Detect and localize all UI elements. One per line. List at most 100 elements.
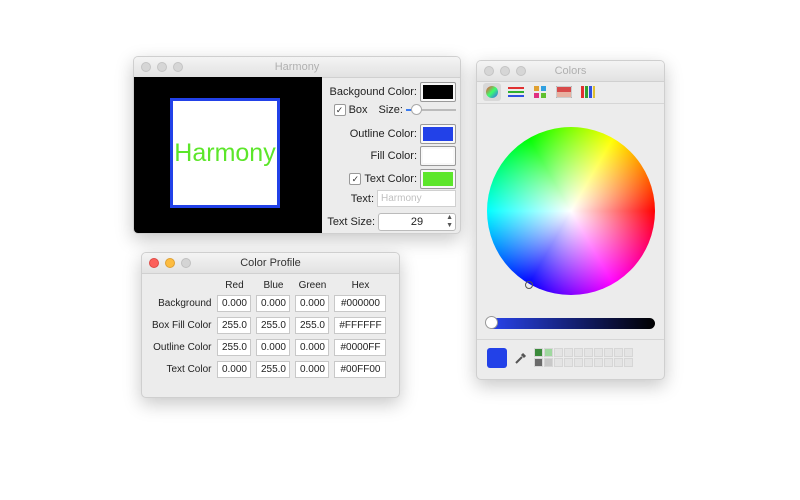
palette-cell[interactable] [574,358,583,367]
palette-cell[interactable] [604,358,613,367]
palette-cell[interactable] [564,358,573,367]
background-color-well[interactable] [420,82,456,102]
text-color-well[interactable] [420,169,456,189]
palette-cell[interactable] [534,348,543,357]
blue-value-field[interactable]: 0.000 [256,339,291,356]
stepper-arrows-icon[interactable]: ▲ ▼ [446,214,453,230]
color-wheel[interactable] [487,127,655,295]
text-color-checkbox[interactable]: ✓ [349,173,362,185]
harmony-titlebar[interactable]: Harmony [134,57,460,78]
header-green: Green [298,280,327,291]
bottom-divider [477,339,664,340]
green-value-field[interactable]: 0.000 [295,295,330,312]
green-value-field[interactable]: 0.000 [295,339,330,356]
preview-canvas: Harmony [134,77,322,233]
close-button[interactable] [149,258,159,268]
background-color-label: Backgound Color: [329,86,417,98]
red-value-field[interactable]: 0.000 [217,361,252,378]
profile-titlebar[interactable]: Color Profile [142,253,399,274]
fill-color-row: Fill Color: [371,146,456,166]
palettes-icon[interactable] [531,83,549,101]
box-checkbox[interactable]: ✓ [333,104,346,116]
palette-cell[interactable] [594,358,603,367]
box-row: ✓ Box Size: [333,104,456,116]
minimize-button[interactable] [165,258,175,268]
red-value-field[interactable]: 0.000 [217,295,252,312]
colors-titlebar[interactable]: Colors [477,61,664,82]
palette-cell[interactable] [584,348,593,357]
fill-color-label: Fill Color: [370,150,417,162]
row-label: Text Color [166,364,212,375]
brightness-slider-knob[interactable] [485,316,498,329]
close-button[interactable] [484,66,494,76]
eyedropper-icon[interactable] [514,351,528,368]
red-value-field[interactable]: 255.0 [217,317,252,334]
palette-cell[interactable] [554,348,563,357]
hex-value-field[interactable]: #FFFFFF [334,317,387,334]
palette-cell[interactable] [534,358,543,367]
hex-value-field[interactable]: #0000FF [334,339,387,356]
size-slider-knob[interactable] [410,104,422,115]
palette-cell[interactable] [554,358,563,367]
harmony-window: Harmony Harmony Backgound Color: ✓ Box S… [133,56,461,234]
palette-cell[interactable] [564,348,573,357]
green-value-field[interactable]: 0.000 [295,361,330,378]
palette-cell[interactable] [614,358,623,367]
text-input[interactable]: Harmony [377,190,456,207]
zoom-button[interactable] [173,62,183,72]
palette-cell[interactable] [624,348,633,357]
palette-cell[interactable] [574,348,583,357]
table-header-row: Red Blue Green Hex [151,280,387,291]
brightness-slider[interactable] [485,316,655,329]
text-size-stepper[interactable]: 29 ▲ ▼ [378,213,456,231]
current-color-swatch[interactable] [487,348,507,368]
red-value-field[interactable]: 255.0 [217,339,252,356]
tabs-divider [477,103,664,104]
minimize-button[interactable] [157,62,167,72]
image-palettes-icon[interactable] [555,83,573,101]
palette-cell[interactable] [614,348,623,357]
palette-cell[interactable] [584,358,593,367]
fill-color-well[interactable] [420,146,456,166]
crayons-icon[interactable] [579,83,597,101]
row-label: Outline Color [153,342,212,353]
minimize-button[interactable] [500,66,510,76]
profile-window-title: Color Profile [240,257,301,269]
box-label: Box [348,104,368,116]
blue-value-field[interactable]: 0.000 [256,295,291,312]
window-controls [484,66,526,76]
green-value-field[interactable]: 255.0 [295,317,330,334]
close-button[interactable] [141,62,151,72]
hex-value-field[interactable]: #00FF00 [334,361,387,378]
hex-value-field[interactable]: #000000 [334,295,387,312]
blue-value-field[interactable]: 255.0 [256,361,291,378]
palette-cell[interactable] [544,348,553,357]
size-label: Size: [378,104,403,116]
blue-value-field[interactable]: 255.0 [256,317,291,334]
text-label: Text: [350,192,374,205]
palette-cell[interactable] [544,358,553,367]
color-mode-tabs [483,83,597,101]
palette-cell[interactable] [624,358,633,367]
table-row: Outline Color 255.0 0.000 0.000 #0000FF [151,338,387,357]
sliders-icon[interactable] [507,83,525,101]
outline-color-row: Outline Color: [350,124,456,144]
color-profile-window: Color Profile Red Blue Green Hex Backgro… [141,252,400,398]
zoom-button[interactable] [181,258,191,268]
window-controls [141,62,183,72]
outline-color-well[interactable] [420,124,456,144]
color-wheel-cursor[interactable] [525,281,533,289]
preview-box: Harmony [170,98,280,208]
header-red: Red [225,280,244,291]
text-row: Text: Harmony [351,190,456,207]
palette-cell[interactable] [604,348,613,357]
palette-cell[interactable] [594,348,603,357]
row-label: Box Fill Color [152,320,212,331]
text-size-value: 29 [410,216,424,228]
zoom-button[interactable] [516,66,526,76]
window-controls [149,258,191,268]
size-slider[interactable] [406,104,456,115]
outline-color-label: Outline Color: [349,128,417,140]
color-wheel-icon[interactable] [483,83,501,101]
row-label: Background [158,298,212,309]
